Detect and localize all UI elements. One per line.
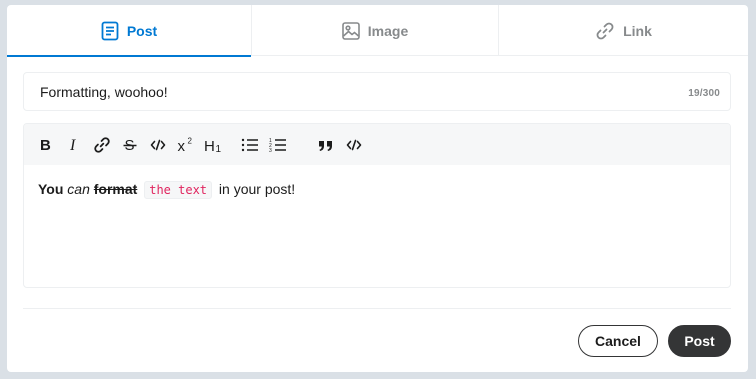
strikethrough-text: format (93, 181, 138, 197)
svg-text:I: I (69, 137, 76, 153)
cancel-button[interactable]: Cancel (578, 325, 658, 357)
post-icon (101, 21, 119, 41)
heading-icon[interactable]: H1 (200, 131, 228, 159)
title-char-count: 19/300 (688, 88, 720, 99)
post-type-tabs: Post Image Link (7, 5, 748, 57)
editor-content[interactable]: You can format the text in your post! (24, 165, 730, 214)
tab-post-label: Post (126, 22, 158, 39)
inline-code-text: the text (144, 181, 213, 199)
text-editor: B I S x2 H 1 1 2 3 You can format the te… (23, 123, 731, 288)
svg-text:x: x (178, 138, 186, 153)
inline-code-icon[interactable] (144, 131, 172, 159)
italic-icon[interactable]: I (60, 131, 88, 159)
formatting-toolbar: B I S x2 H 1 1 2 3 (24, 124, 730, 165)
numbered-list-icon[interactable]: 1 2 3 (264, 131, 292, 159)
tab-link[interactable]: Link (499, 5, 748, 56)
link-icon (595, 21, 615, 41)
strikethrough-icon[interactable]: S (116, 131, 144, 159)
title-value: Formatting, woohoo! (40, 83, 168, 100)
svg-text:3: 3 (269, 148, 272, 153)
plain-text: in your post! (218, 181, 296, 197)
title-input[interactable]: Formatting, woohoo! 19/300 (23, 72, 731, 111)
svg-text:B: B (40, 137, 51, 153)
svg-text:2: 2 (188, 137, 193, 146)
link-icon[interactable] (88, 131, 116, 159)
svg-text:H: H (204, 138, 215, 153)
bulleted-list-icon[interactable] (236, 131, 264, 159)
tab-image-label: Image (367, 22, 409, 39)
bold-icon[interactable]: B (32, 131, 60, 159)
tab-post[interactable]: Post (7, 5, 252, 57)
image-icon (341, 21, 360, 40)
create-post-card: Post Image Link Formatting, woohoo! 19/3… (7, 5, 748, 372)
tab-image[interactable]: Image (252, 5, 499, 56)
footer-divider (23, 308, 731, 309)
italic-text: can (67, 181, 90, 197)
tab-link-label: Link (623, 22, 652, 39)
quote-block-icon[interactable] (312, 131, 340, 159)
superscript-icon[interactable]: x2 (172, 131, 200, 159)
svg-text:1: 1 (216, 144, 222, 153)
bold-text: You (38, 181, 64, 197)
code-block-icon[interactable] (340, 131, 368, 159)
post-button[interactable]: Post (668, 325, 731, 357)
